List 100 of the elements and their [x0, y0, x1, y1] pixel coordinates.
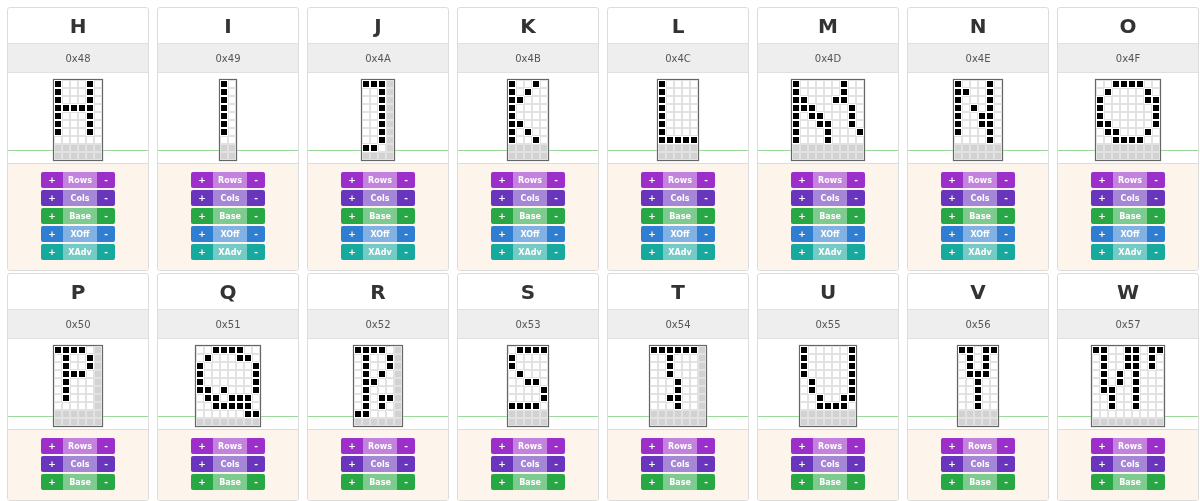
increase-button[interactable]: + [941, 474, 963, 490]
increase-button[interactable]: + [41, 190, 63, 206]
increase-button[interactable]: + [1091, 208, 1113, 224]
increase-button[interactable]: + [41, 244, 63, 260]
decrease-button[interactable]: - [1147, 438, 1165, 454]
increase-button[interactable]: + [341, 208, 363, 224]
decrease-button[interactable]: - [697, 172, 715, 188]
increase-button[interactable]: + [341, 190, 363, 206]
decrease-button[interactable]: - [547, 244, 565, 260]
increase-button[interactable]: + [341, 474, 363, 490]
decrease-button[interactable]: - [697, 438, 715, 454]
decrease-button[interactable]: - [997, 226, 1015, 242]
decrease-button[interactable]: - [97, 456, 115, 472]
increase-button[interactable]: + [341, 456, 363, 472]
decrease-button[interactable]: - [1147, 172, 1165, 188]
decrease-button[interactable]: - [397, 438, 415, 454]
increase-button[interactable]: + [491, 226, 513, 242]
increase-button[interactable]: + [941, 226, 963, 242]
increase-button[interactable]: + [41, 456, 63, 472]
decrease-button[interactable]: - [397, 226, 415, 242]
decrease-button[interactable]: - [247, 190, 265, 206]
decrease-button[interactable]: - [397, 456, 415, 472]
decrease-button[interactable]: - [247, 244, 265, 260]
increase-button[interactable]: + [941, 244, 963, 260]
increase-button[interactable]: + [191, 244, 213, 260]
increase-button[interactable]: + [191, 190, 213, 206]
increase-button[interactable]: + [1091, 456, 1113, 472]
increase-button[interactable]: + [641, 244, 663, 260]
increase-button[interactable]: + [491, 172, 513, 188]
decrease-button[interactable]: - [247, 456, 265, 472]
decrease-button[interactable]: - [997, 438, 1015, 454]
increase-button[interactable]: + [791, 456, 813, 472]
decrease-button[interactable]: - [547, 438, 565, 454]
decrease-button[interactable]: - [97, 172, 115, 188]
decrease-button[interactable]: - [397, 244, 415, 260]
increase-button[interactable]: + [41, 474, 63, 490]
increase-button[interactable]: + [1091, 226, 1113, 242]
decrease-button[interactable]: - [697, 190, 715, 206]
decrease-button[interactable]: - [1147, 190, 1165, 206]
decrease-button[interactable]: - [397, 172, 415, 188]
decrease-button[interactable]: - [547, 226, 565, 242]
increase-button[interactable]: + [41, 226, 63, 242]
increase-button[interactable]: + [491, 190, 513, 206]
increase-button[interactable]: + [1091, 190, 1113, 206]
increase-button[interactable]: + [491, 438, 513, 454]
decrease-button[interactable]: - [847, 244, 865, 260]
decrease-button[interactable]: - [697, 456, 715, 472]
decrease-button[interactable]: - [547, 474, 565, 490]
increase-button[interactable]: + [191, 172, 213, 188]
decrease-button[interactable]: - [997, 190, 1015, 206]
decrease-button[interactable]: - [697, 226, 715, 242]
decrease-button[interactable]: - [1147, 474, 1165, 490]
decrease-button[interactable]: - [847, 438, 865, 454]
increase-button[interactable]: + [941, 172, 963, 188]
increase-button[interactable]: + [791, 226, 813, 242]
decrease-button[interactable]: - [97, 438, 115, 454]
increase-button[interactable]: + [41, 438, 63, 454]
increase-button[interactable]: + [341, 172, 363, 188]
decrease-button[interactable]: - [847, 226, 865, 242]
decrease-button[interactable]: - [247, 208, 265, 224]
increase-button[interactable]: + [41, 208, 63, 224]
increase-button[interactable]: + [941, 208, 963, 224]
increase-button[interactable]: + [791, 190, 813, 206]
increase-button[interactable]: + [1091, 474, 1113, 490]
decrease-button[interactable]: - [97, 474, 115, 490]
increase-button[interactable]: + [641, 474, 663, 490]
increase-button[interactable]: + [191, 438, 213, 454]
increase-button[interactable]: + [1091, 438, 1113, 454]
decrease-button[interactable]: - [97, 190, 115, 206]
increase-button[interactable]: + [191, 456, 213, 472]
decrease-button[interactable]: - [97, 208, 115, 224]
decrease-button[interactable]: - [547, 208, 565, 224]
decrease-button[interactable]: - [247, 474, 265, 490]
increase-button[interactable]: + [1091, 172, 1113, 188]
increase-button[interactable]: + [341, 244, 363, 260]
increase-button[interactable]: + [791, 474, 813, 490]
increase-button[interactable]: + [191, 474, 213, 490]
increase-button[interactable]: + [491, 456, 513, 472]
increase-button[interactable]: + [641, 456, 663, 472]
decrease-button[interactable]: - [547, 190, 565, 206]
increase-button[interactable]: + [641, 226, 663, 242]
decrease-button[interactable]: - [97, 226, 115, 242]
increase-button[interactable]: + [641, 190, 663, 206]
decrease-button[interactable]: - [997, 474, 1015, 490]
increase-button[interactable]: + [791, 438, 813, 454]
decrease-button[interactable]: - [997, 208, 1015, 224]
decrease-button[interactable]: - [1147, 456, 1165, 472]
increase-button[interactable]: + [641, 208, 663, 224]
increase-button[interactable]: + [641, 438, 663, 454]
increase-button[interactable]: + [791, 244, 813, 260]
increase-button[interactable]: + [941, 438, 963, 454]
decrease-button[interactable]: - [697, 208, 715, 224]
decrease-button[interactable]: - [247, 226, 265, 242]
increase-button[interactable]: + [791, 208, 813, 224]
increase-button[interactable]: + [341, 438, 363, 454]
decrease-button[interactable]: - [397, 474, 415, 490]
decrease-button[interactable]: - [847, 474, 865, 490]
decrease-button[interactable]: - [697, 244, 715, 260]
decrease-button[interactable]: - [997, 172, 1015, 188]
decrease-button[interactable]: - [1147, 244, 1165, 260]
